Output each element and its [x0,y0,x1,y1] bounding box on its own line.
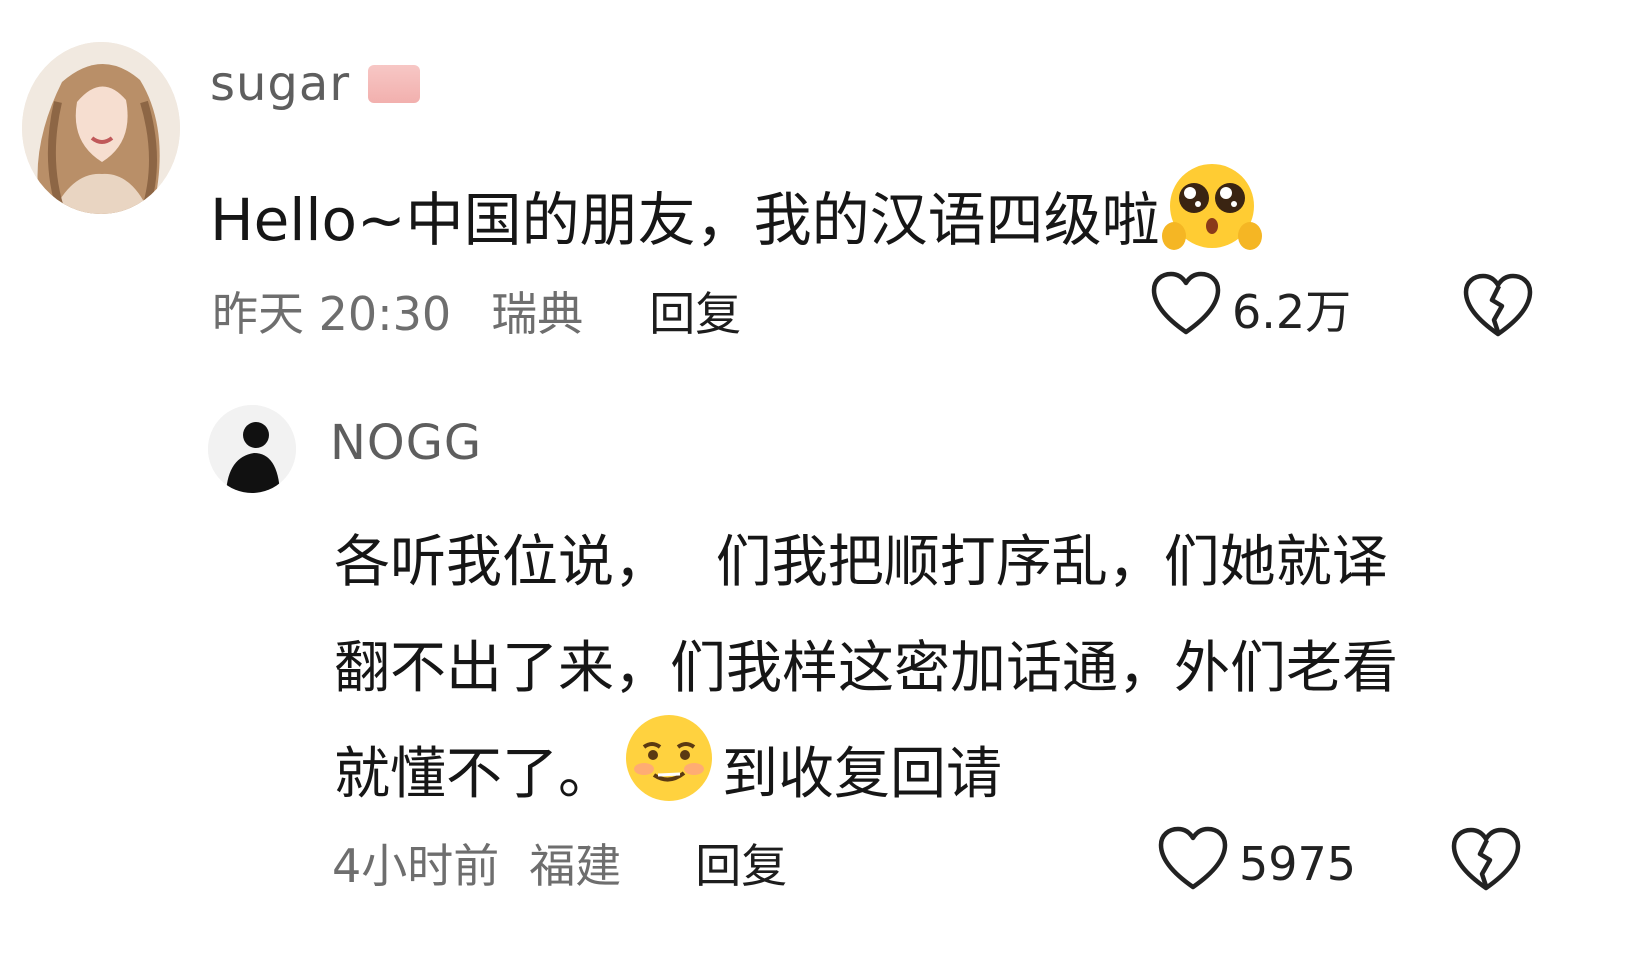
reply-text: 各听我位说， 们我把顺打序乱，们她就译 翻不出了来，们我样这密加话通，外们老看 … [334,510,1534,828]
comment-username[interactable]: sugar [210,56,421,112]
reply-text-line-2: 翻不出了来，们我样这密加话通，外们老看 [334,636,1398,701]
pleading-face-emoji-icon [1160,160,1264,270]
reply-button[interactable]: 回复 [649,278,741,344]
heart-icon [1157,825,1229,902]
blushing-smile-emoji-icon [622,711,716,840]
username-label[interactable]: sugar [210,56,350,112]
reply-text-line-1: 各听我位说， 们我把顺打序乱，们她就译 [334,530,1388,595]
comment-text: Hello~中国的朋友，我的汉语四级啦 [210,160,1264,270]
comment-text-body: Hello~中国的朋友，我的汉语四级啦 [210,186,1160,254]
reply-username[interactable]: NOGG [330,415,482,471]
reply-like-button[interactable]: 5975 [1157,825,1356,902]
reply-dislike-button[interactable] [1450,826,1522,896]
broken-heart-icon [1450,827,1522,896]
reply-text-line: 翻不出了来，们我样这密加话通，外们老看 [334,616,1534,722]
dislike-button[interactable] [1462,272,1534,342]
like-count: 6.2万 [1232,284,1352,339]
heart-icon [1150,270,1222,347]
flag-icon [368,65,421,103]
like-button[interactable]: 6.2万 [1150,270,1351,347]
comment-region: 瑞典 [491,287,584,341]
avatar[interactable] [22,42,180,214]
reply-meta: 4小时前 福建 回复 [332,830,787,896]
reply-text-line-3: 就懂不了。 [334,742,614,807]
reply-time: 4小时前 [332,839,500,893]
comment-time: 昨天 20:30 [212,287,452,341]
comment-thread: sugar Hello~中国的朋友，我的汉语四级啦 昨天 20:30 瑞典 回复 [0,0,1639,959]
reply-like-count: 5975 [1239,836,1357,891]
reply-reply-button[interactable]: 回复 [695,830,787,896]
reply-avatar[interactable] [208,405,296,493]
reply-text-line: 各听我位说， 们我把顺打序乱，们她就译 [334,510,1534,616]
reply-region: 福建 [529,839,622,893]
reply-text-line-3-tail: 到收复回请 [722,742,1002,807]
broken-heart-icon [1462,273,1534,342]
reply-text-line: 就懂不了。 到收复回请 [334,714,1534,828]
comment-meta: 昨天 20:30 瑞典 回复 [212,278,741,344]
